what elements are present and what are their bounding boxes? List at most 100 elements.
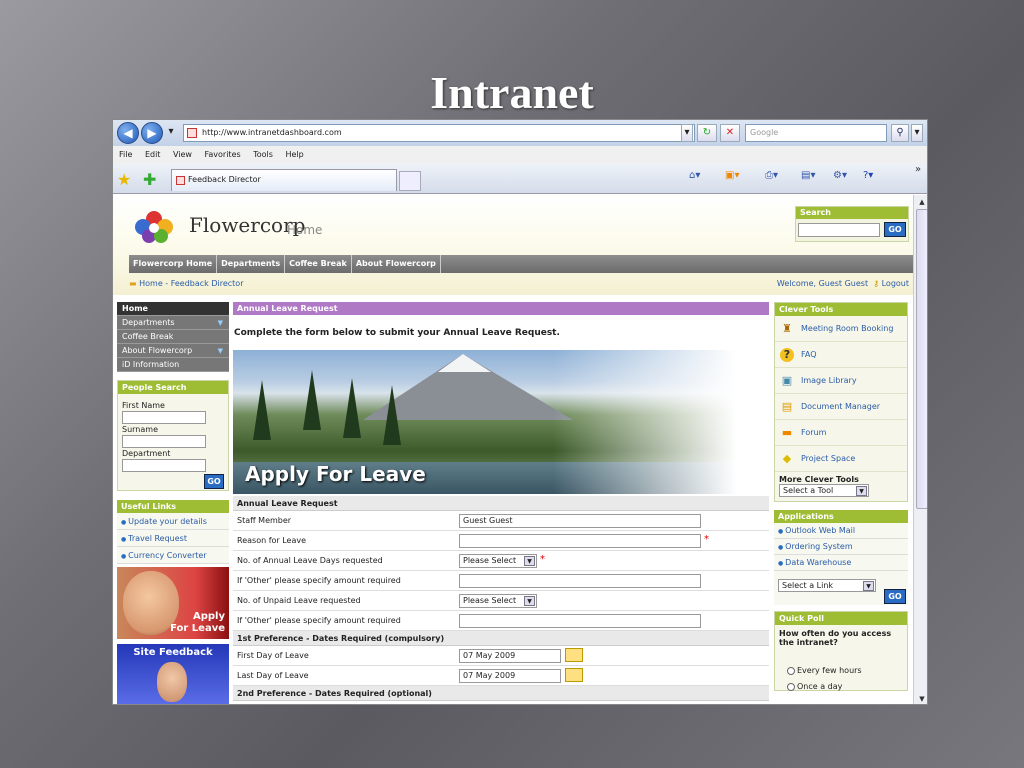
nav-about-flowercorp[interactable]: About Flowercorp	[352, 255, 441, 273]
clever-tools-box: Clever Tools ♜ Meeting Room Booking ? FAQ …	[774, 302, 908, 502]
vertical-scrollbar[interactable]: ▲ ▼	[913, 195, 927, 704]
tree-shape	[303, 370, 321, 430]
nav-flowercorp-home[interactable]: Flowercorp Home	[129, 255, 218, 273]
person-photo	[157, 662, 187, 702]
tool-document-manager[interactable]: ▤ Document Manager	[775, 394, 907, 420]
left-nav-id-information[interactable]: iD Information	[117, 358, 229, 372]
site-search-go-button[interactable]: GO	[884, 222, 906, 237]
link-travel-request[interactable]: Travel Request	[117, 530, 229, 547]
radio-icon	[787, 682, 795, 691]
link-update-details[interactable]: Update your details	[117, 513, 229, 530]
surname-input[interactable]	[122, 435, 206, 448]
tab-feedback-director[interactable]: Feedback Director	[171, 169, 397, 191]
first-day-field[interactable]: 07 May 2009	[459, 649, 561, 663]
back-icon[interactable]: ◀	[117, 122, 139, 144]
unpaid-select[interactable]: Please Select ▼	[459, 594, 537, 608]
menu-view[interactable]: View	[173, 146, 192, 164]
page-content: Flowercorp Home Search GO Flowercorp Hom…	[113, 195, 913, 704]
leave-request-form: Annual Leave Request Staff Member Guest …	[233, 496, 769, 701]
poll-question: How often do you access the intranet?	[779, 629, 892, 647]
form-row-first-day: First Day of Leave 07 May 2009	[233, 646, 769, 666]
left-nav-about[interactable]: About Flowercorp ▼	[117, 344, 229, 358]
right-column: Clever Tools ♜ Meeting Room Booking ? FAQ …	[774, 302, 908, 691]
menu-tools[interactable]: Tools	[253, 146, 273, 164]
tool-image-library[interactable]: ▣ Image Library	[775, 368, 907, 394]
apply-for-leave-banner[interactable]: Apply For Leave	[117, 567, 229, 639]
site-search-box: Search GO	[795, 206, 909, 242]
nav-coffee-break[interactable]: Coffee Break	[285, 255, 352, 273]
form-row-annual-days: No. of Annual Leave Days requested Pleas…	[233, 551, 769, 571]
useful-links-title: Useful Links	[117, 500, 229, 513]
annual-days-select[interactable]: Please Select ▼	[459, 554, 537, 568]
left-nav-coffee-break[interactable]: Coffee Break	[117, 330, 229, 344]
favorites-star-icon[interactable]: ★	[117, 170, 131, 189]
home-icon[interactable]: ⌂▾	[689, 170, 700, 188]
stop-icon[interactable]: ✕	[720, 124, 740, 142]
nav-departments[interactable]: Departments	[217, 255, 286, 273]
staff-member-field[interactable]: Guest Guest	[459, 514, 701, 528]
app-outlook-web-mail[interactable]: Outlook Web Mail	[774, 523, 908, 539]
address-field[interactable]: http://www.intranetdashboard.com	[183, 124, 695, 142]
form-row-annual-other: If 'Other' please specify amount require…	[233, 571, 769, 591]
site-feedback-banner[interactable]: Site Feedback	[117, 644, 229, 704]
link-currency-converter[interactable]: Currency Converter	[117, 547, 229, 564]
forward-icon[interactable]: ▶	[141, 122, 163, 144]
annual-other-field[interactable]	[459, 574, 701, 588]
applications-box: Applications Outlook Web Mail Ordering S…	[774, 510, 908, 605]
select-link-go-button[interactable]: GO	[884, 589, 906, 604]
address-dropdown-icon[interactable]: ▾	[681, 124, 693, 142]
menu-file[interactable]: File	[119, 146, 132, 164]
add-favorite-icon[interactable]: ✚	[143, 170, 156, 189]
help-icon[interactable]: ?▾	[863, 170, 873, 188]
search-options-icon[interactable]: ▾	[911, 124, 923, 142]
menu-edit[interactable]: Edit	[145, 146, 161, 164]
browser-search-input[interactable]: Google	[745, 124, 887, 142]
logout-link[interactable]: Logout	[882, 279, 909, 288]
reason-field[interactable]	[459, 534, 701, 548]
flowercorp-logo-icon	[135, 211, 173, 243]
form-row-reason: Reason for Leave *	[233, 531, 769, 551]
scrollbar-thumb[interactable]	[916, 209, 927, 509]
tool-meeting-room-booking[interactable]: ♜ Meeting Room Booking	[775, 316, 907, 342]
tool-project-space[interactable]: ◆ Project Space	[775, 446, 907, 472]
select-tool-dropdown[interactable]: Select a Tool ▼	[779, 484, 869, 497]
history-dropdown-icon[interactable]: ▾	[165, 124, 177, 142]
first-day-label: First Day of Leave	[237, 651, 309, 660]
calendar-icon[interactable]	[565, 668, 583, 682]
department-input[interactable]	[122, 459, 206, 472]
refresh-icon[interactable]: ↻	[697, 124, 717, 142]
people-search-go-button[interactable]: GO	[204, 474, 224, 489]
tools-gear-icon[interactable]: ⚙▾	[833, 170, 847, 188]
poll-option-every-few-hours[interactable]: Every few hours	[787, 666, 862, 675]
left-nav-departments[interactable]: Departments ▼	[117, 316, 229, 330]
menu-help[interactable]: Help	[285, 146, 303, 164]
tool-forum[interactable]: ▬ Forum	[775, 420, 907, 446]
select-link-dropdown[interactable]: Select a Link ▼	[778, 579, 876, 592]
print-icon[interactable]: ⎙▾	[765, 170, 778, 188]
tool-faq[interactable]: ? FAQ	[775, 342, 907, 368]
welcome-area: Welcome, Guest Guest ⚷ Logout	[777, 279, 909, 288]
main-nav: Flowercorp Home Departments Coffee Break…	[129, 255, 913, 273]
breadcrumb-text[interactable]: Home - Feedback Director	[139, 279, 243, 288]
app-ordering-system[interactable]: Ordering System	[774, 539, 908, 555]
people-search-title: People Search	[118, 381, 228, 394]
page-icon	[176, 176, 185, 185]
left-nav-home[interactable]: Home	[117, 302, 229, 316]
scroll-down-icon[interactable]: ▼	[916, 693, 927, 704]
feeds-icon[interactable]: ▣▾	[725, 170, 739, 188]
poll-option-once-a-day[interactable]: Once a day	[787, 682, 842, 691]
search-icon[interactable]: ⚲	[891, 124, 909, 142]
calendar-icon[interactable]	[565, 648, 583, 662]
last-day-field[interactable]: 07 May 2009	[459, 669, 561, 683]
scroll-up-icon[interactable]: ▲	[916, 196, 927, 208]
main-panel: Annual Leave Request Complete the form b…	[233, 302, 769, 701]
page-menu-icon[interactable]: ▤▾	[801, 170, 815, 188]
site-search-input[interactable]	[798, 223, 880, 237]
app-data-warehouse[interactable]: Data Warehouse	[774, 555, 908, 571]
unpaid-other-field[interactable]	[459, 614, 701, 628]
first-name-input[interactable]	[122, 411, 206, 424]
menu-favorites[interactable]: Favorites	[205, 146, 241, 164]
chevron-more-icon[interactable]: »	[915, 164, 921, 182]
welcome-text: Welcome, Guest Guest	[776, 279, 869, 288]
new-tab-button[interactable]	[399, 171, 421, 191]
